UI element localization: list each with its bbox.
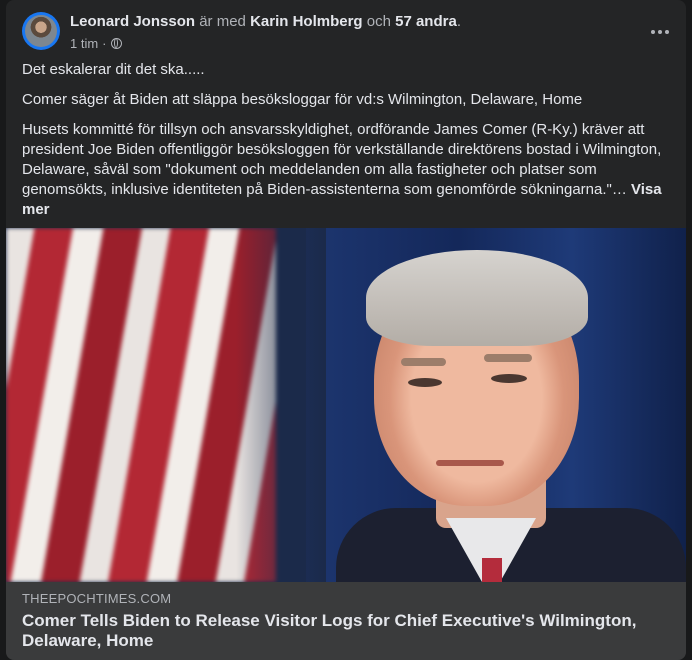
avatar-image [25,15,57,47]
more-dot [658,30,662,34]
link-domain: THEEPOCHTIMES.COM [22,591,172,606]
hair [366,250,588,346]
mouth [436,460,504,466]
tie [482,558,502,582]
post-time[interactable]: 1 tim [70,36,98,51]
author-avatar[interactable] [22,12,60,50]
post-headline: Leonard Jonsson är med Karin Holmberg oc… [70,13,461,30]
post-paragraph-text: Husets kommitté för tillsyn och ansvarss… [22,121,662,198]
globe-icon[interactable] [110,38,122,49]
more-options-icon [651,30,655,34]
tagged-others[interactable]: 57 andra [395,13,457,30]
post-paragraph: Det eskalerar dit det ska..... [22,61,205,78]
author-name[interactable]: Leonard Jonsson [70,13,195,30]
link-title[interactable]: Comer Tells Biden to Release Visitor Log… [22,611,662,651]
meta-separator: · [102,36,107,51]
link-preview-image[interactable] [6,228,686,582]
post-paragraph: Comer säger åt Biden att släppa besökslo… [22,91,583,108]
right-eye [491,374,527,383]
left-eye [408,378,442,387]
more-options-button[interactable] [650,22,670,42]
more-dot [665,30,669,34]
flag-fade [236,228,326,582]
left-eyebrow [401,358,446,366]
with-text: är med [199,13,246,30]
right-eyebrow [484,354,532,362]
headline-period: . [456,13,461,30]
post-meta: 1 tim · [70,36,122,51]
link-preview-caption[interactable]: THEEPOCHTIMES.COM Comer Tells Biden to R… [6,582,686,660]
facebook-post: Leonard Jonsson är med Karin Holmberg oc… [6,0,686,660]
post-header: Leonard Jonsson är med Karin Holmberg oc… [6,0,686,60]
tagged-friend[interactable]: Karin Holmberg [250,13,363,30]
post-text: Det eskalerar dit det ska..... Comer säg… [22,60,670,230]
post-paragraph: Husets kommitté för tillsyn och ansvarss… [22,120,670,220]
and-text: och [366,13,391,30]
